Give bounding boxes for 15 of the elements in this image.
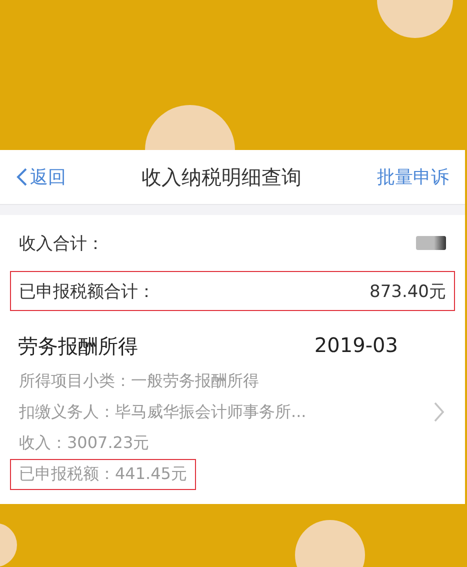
batch-appeal-button[interactable]: 批量申诉 (377, 165, 449, 189)
back-button[interactable]: 返回 (16, 165, 66, 189)
highlighted-detail-text: 已申报税额：441.45元 (10, 459, 196, 490)
summary-value: 873.40元 (370, 280, 446, 302)
detail-text: 所得项目小类：一般劳务报酬所得 (18, 370, 260, 392)
summary-label: 收入合计： (19, 232, 104, 254)
detail-text: 收入：3007.23元 (18, 432, 150, 454)
record-date: 2019-03 (314, 333, 398, 359)
summary-label: 已申报税额合计： (19, 280, 155, 302)
detail-text: 扣缴义务人：毕马威华振会计师事务所... (18, 401, 308, 423)
back-chevron-icon (16, 167, 28, 187)
record-title: 劳务报酬所得 (18, 333, 138, 360)
page-title: 收入纳税明细查询 (140, 164, 302, 190)
redacted-value (416, 236, 446, 250)
chevron-right-icon[interactable] (433, 401, 445, 423)
